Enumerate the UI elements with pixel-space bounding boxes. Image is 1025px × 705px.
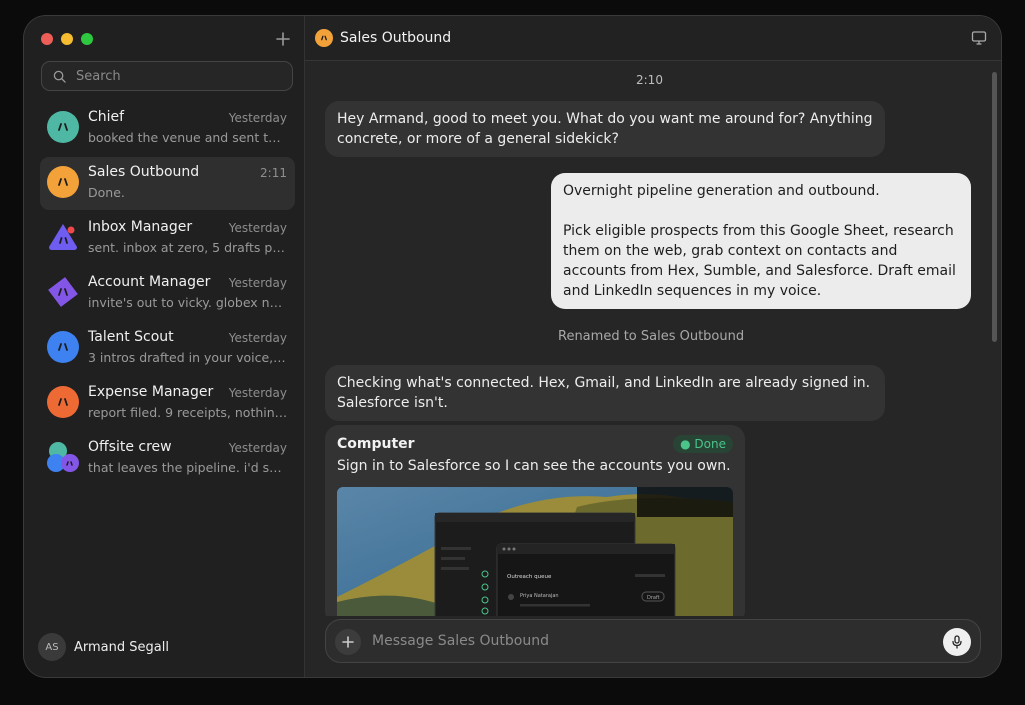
account-manager-avatar: [48, 277, 78, 307]
screenshot-thumbnail[interactable]: Outreach queue Priya Natarajan Draft: [337, 487, 733, 616]
conversation-item-chief[interactable]: Chief Yesterday booked the venue and sen…: [40, 102, 295, 155]
status-text: Done: [694, 437, 726, 451]
close-window-button[interactable]: [41, 33, 53, 45]
tool-card-description: Sign in to Salesforce so I can see the a…: [337, 458, 731, 474]
message-list[interactable]: 2:10 Hey Armand, good to meet you. What …: [305, 61, 1001, 616]
conversation-preview: sent. inbox at zero, 5 drafts park...: [88, 240, 288, 255]
conversation-name: Chief: [88, 109, 125, 125]
chat-header: Sales Outbound: [305, 16, 1001, 61]
sidebar: Chief Yesterday booked the venue and sen…: [24, 16, 305, 677]
conversation-item-account-manager[interactable]: Account Manager Yesterday invite's out t…: [40, 267, 295, 320]
search-box[interactable]: [41, 61, 293, 91]
group-avatar: [47, 442, 79, 472]
microphone-button[interactable]: [943, 628, 971, 656]
conversation-preview: booked the venue and sent the ...: [88, 130, 288, 145]
plus-icon: [276, 32, 290, 46]
user-message-line: Overnight pipeline generation and outbou…: [563, 183, 880, 199]
monitor-icon[interactable]: [971, 30, 987, 46]
sales-outbound-avatar: [315, 29, 333, 47]
new-conversation-button[interactable]: [273, 29, 293, 49]
conversation-preview: invite's out to vicky. globex note ...: [88, 295, 288, 310]
conversation-item-sales-outbound[interactable]: Sales Outbound 2:11 Done.: [40, 157, 295, 210]
agent-message: Hey Armand, good to meet you. What do yo…: [325, 101, 885, 157]
user-profile[interactable]: AS Armand Segall: [38, 633, 169, 661]
conversation-name: Sales Outbound: [88, 164, 200, 180]
chat-panel: Sales Outbound 2:10 Hey Armand, good to …: [305, 16, 1001, 677]
conversation-list: Chief Yesterday booked the venue and sen…: [40, 102, 295, 487]
user-message: Overnight pipeline generation and outbou…: [551, 173, 971, 309]
conversation-name: Inbox Manager: [88, 219, 193, 235]
search-input[interactable]: [74, 67, 278, 85]
agent-message: Checking what's connected. Hex, Gmail, a…: [325, 365, 885, 421]
conversation-item-talent-scout[interactable]: Talent Scout Yesterday 3 intros drafted …: [40, 322, 295, 375]
screenshot-row-name: Priya Natarajan: [520, 593, 559, 599]
conversation-time: Yesterday: [228, 331, 287, 345]
app-window: Chief Yesterday booked the venue and sen…: [24, 16, 1001, 677]
window-controls: [41, 33, 93, 45]
conversation-name: Talent Scout: [88, 329, 174, 345]
conversation-preview: 3 intros drafted in your voice, he...: [88, 350, 288, 365]
sales-outbound-avatar: [47, 166, 79, 198]
status-badge: ● Done: [673, 435, 733, 453]
talent-scout-avatar: [47, 331, 79, 363]
screenshot-image: Outreach queue Priya Natarajan Draft: [337, 487, 733, 616]
user-avatar: AS: [38, 633, 66, 661]
conversation-item-expense-manager[interactable]: Expense Manager Yesterday report filed. …: [40, 377, 295, 430]
minimize-window-button[interactable]: [61, 33, 73, 45]
message-timestamp: 2:10: [636, 73, 663, 87]
conversation-preview: that leaves the pipeline. i'd spin ...: [88, 460, 288, 475]
search-icon: [53, 70, 66, 83]
maximize-window-button[interactable]: [81, 33, 93, 45]
conversation-item-inbox-manager[interactable]: Inbox Manager Yesterday sent. inbox at z…: [40, 212, 295, 265]
conversation-time: Yesterday: [228, 441, 287, 455]
user-name: Armand Segall: [74, 639, 169, 655]
attach-button[interactable]: [335, 629, 361, 655]
conversation-name: Account Manager: [88, 274, 211, 290]
conversation-time: 2:11: [260, 166, 287, 180]
expense-manager-avatar: [47, 386, 79, 418]
conversation-item-offsite-crew[interactable]: Offsite crew Yesterday that leaves the p…: [40, 432, 295, 485]
conversation-name: Expense Manager: [88, 384, 214, 400]
user-message-paragraph: Pick eligible prospects from this Google…: [563, 223, 956, 299]
message-composer: [325, 619, 981, 663]
screenshot-row-badge: Draft: [647, 595, 660, 601]
screenshot-panel-title: Outreach queue: [507, 574, 552, 580]
chat-title: Sales Outbound: [340, 30, 452, 46]
conversation-time: Yesterday: [228, 386, 287, 400]
conversation-name: Offsite crew: [88, 439, 172, 455]
computer-tool-card[interactable]: Computer ● Done Sign in to Salesforce so…: [325, 425, 745, 616]
conversation-time: Yesterday: [228, 221, 287, 235]
system-notice: Renamed to Sales Outbound: [558, 329, 745, 344]
conversation-preview: Done.: [88, 185, 125, 200]
conversation-time: Yesterday: [228, 111, 287, 125]
microphone-icon: [952, 635, 962, 649]
chat-scrollbar[interactable]: [992, 72, 997, 342]
chief-avatar: [47, 111, 79, 143]
conversation-preview: report filed. 9 receipts, nothing ...: [88, 405, 288, 420]
message-input[interactable]: [370, 632, 914, 650]
inbox-manager-avatar: [49, 224, 77, 250]
conversation-time: Yesterday: [228, 276, 287, 290]
plus-icon: [342, 636, 354, 648]
tool-card-title: Computer: [337, 436, 415, 452]
